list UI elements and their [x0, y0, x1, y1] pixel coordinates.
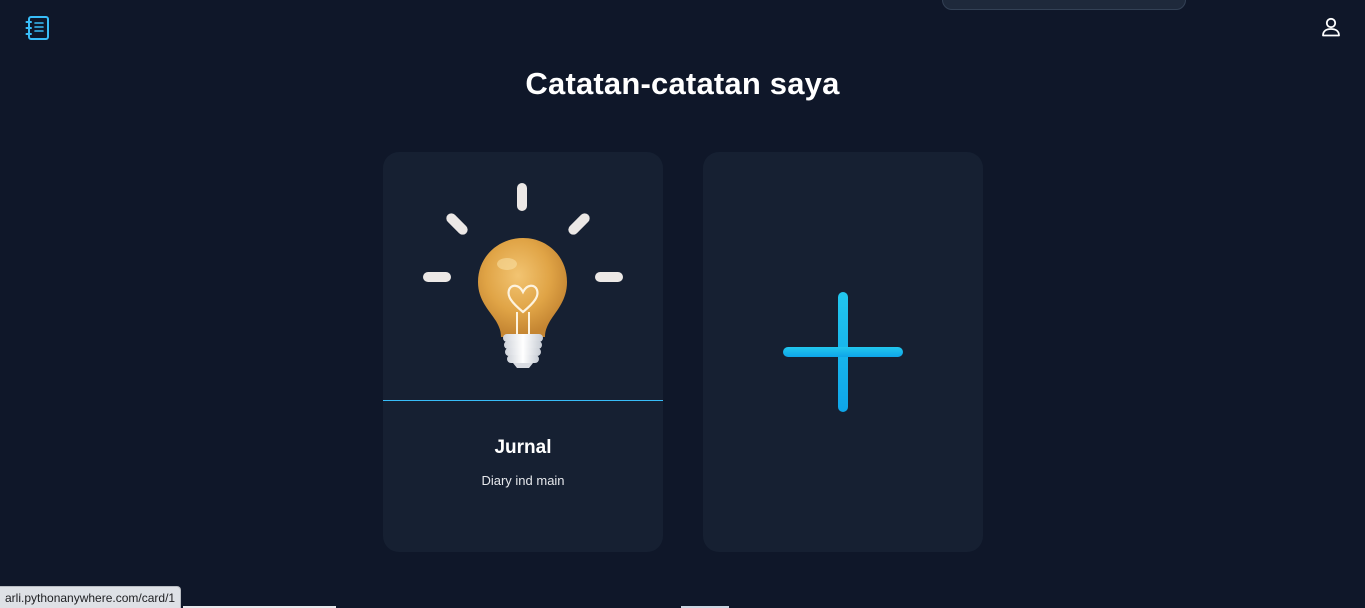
browser-popup-edge — [942, 0, 1186, 10]
page-title: Catatan-catatan saya — [525, 66, 840, 101]
user-icon[interactable] — [1319, 15, 1343, 39]
page: Catatan-catatan saya Jurnal Diary ind ma… — [0, 0, 1365, 608]
note-card[interactable]: Jurnal Diary ind main — [383, 152, 663, 552]
lightbulb-icon — [383, 152, 663, 400]
card-title: Jurnal — [494, 437, 552, 458]
plus-icon — [781, 290, 905, 414]
status-bar-url: arli.pythonanywhere.com/card/1 — [0, 586, 182, 608]
notebook-icon[interactable] — [25, 15, 51, 41]
card-divider — [383, 400, 663, 401]
card-description: Diary ind main — [481, 473, 565, 488]
add-note-card[interactable] — [703, 152, 983, 552]
